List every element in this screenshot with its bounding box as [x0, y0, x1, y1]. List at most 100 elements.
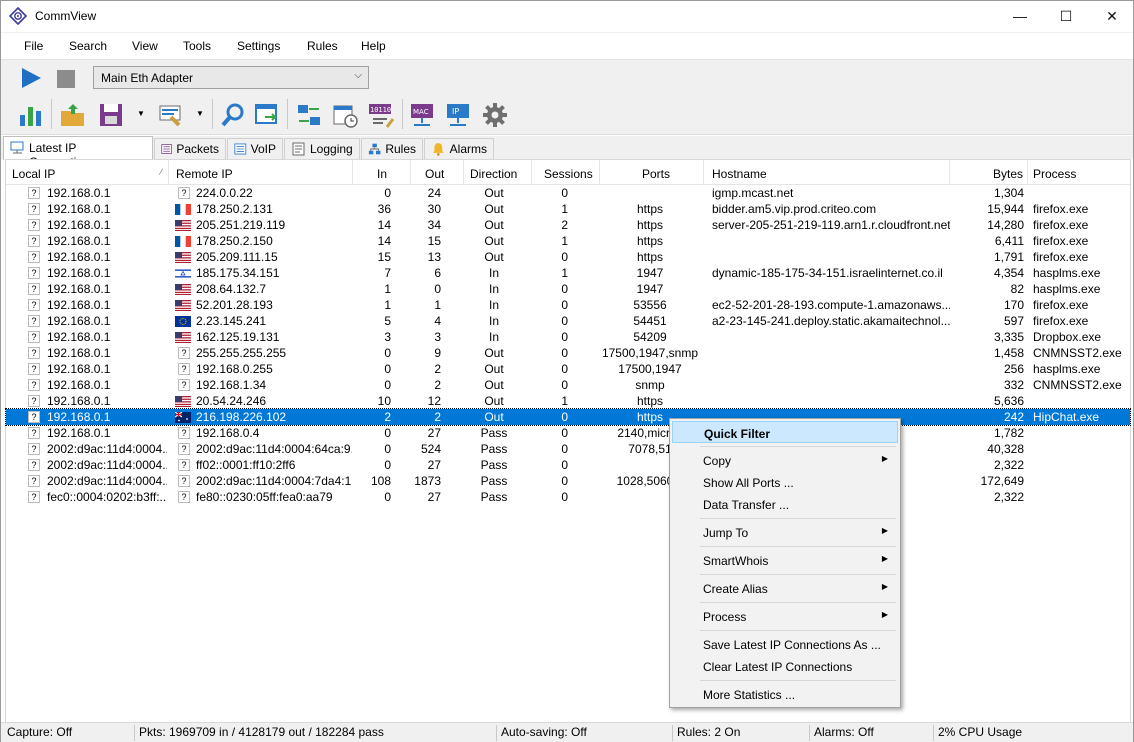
ctx-process[interactable]: Process ▶ — [672, 605, 898, 627]
table-row[interactable]: ?? 192.168.0.1 224.0.0.22 0 24 Out 0 igmp.mcast… — [6, 185, 1130, 201]
col-out[interactable]: Out — [411, 160, 464, 185]
cell-dir: Out — [484, 250, 504, 264]
cell-out: 27 — [427, 426, 441, 440]
nic-icon[interactable] — [295, 101, 323, 129]
table-row[interactable]: ?? 2002:d9ac:11d4:0004... 2002:d9ac:11d4:0… — [6, 473, 1130, 489]
ctx-quick-filter[interactable]: Quick Filter — [672, 421, 898, 443]
menu-help[interactable]: Help — [361, 39, 386, 53]
status-packets: Pkts: 1969709 in / 4128179 out / 182284 … — [135, 725, 497, 741]
menu-tools[interactable]: Tools — [183, 39, 211, 53]
ip-alias-icon[interactable]: IP — [445, 101, 473, 129]
table-row[interactable]: ? 192.168.0.1 162.125.19.131 3 3 In 0 54209 3,33… — [6, 329, 1130, 345]
ctx-data-transfer[interactable]: Data Transfer ... — [672, 493, 898, 515]
col-local-ip[interactable]: Local IP ⁄ — [6, 160, 169, 185]
menu-settings[interactable]: Settings — [237, 39, 280, 53]
start-capture-icon[interactable] — [19, 66, 43, 90]
cell-remote: fe80::0230:05ff:fea0:aa79 — [196, 490, 333, 504]
table-row[interactable]: ? 192.168.0.1 20.54.24.246 10 12 Out 1 https 5,6… — [6, 393, 1130, 409]
table-row[interactable]: ?? 2002:d9ac:11d4:0004... 2002:d9ac:11d4:0… — [6, 441, 1130, 457]
menu-file[interactable]: File — [24, 39, 43, 53]
save-log-icon[interactable] — [253, 101, 281, 129]
statistics-icon[interactable] — [17, 101, 45, 129]
cell-proc: CNMNSST2.exe — [1033, 346, 1122, 360]
voip-icon — [234, 143, 247, 155]
tab-alarms[interactable]: Alarms — [424, 138, 494, 159]
tab-voip[interactable]: VoIP — [227, 138, 283, 159]
ctx-smartwhois[interactable]: SmartWhois ▶ — [672, 549, 898, 571]
table-row[interactable]: ? 192.168.0.1 205.251.219.119 14 34 Out 2 https… — [6, 217, 1130, 233]
ctx-clear-latest-ip-connections[interactable]: Clear Latest IP Connections — [672, 655, 898, 677]
col-sessions[interactable]: Sessions — [532, 160, 600, 185]
table-row[interactable]: ? 192.168.0.1 2.23.145.241 5 4 In 0 54451 a2-23-… — [6, 313, 1130, 329]
mac-alias-icon[interactable]: MAC — [409, 101, 437, 129]
unknown-host-icon: ? — [28, 235, 40, 247]
col-bytes[interactable]: Bytes — [950, 160, 1028, 185]
unknown-country-icon: ? — [178, 443, 190, 455]
save-dropdown-icon[interactable]: ▼ — [137, 109, 145, 118]
table-row[interactable]: ? 192.168.0.1 205.209.111.15 15 13 Out 0 https 1… — [6, 249, 1130, 265]
maximize-button[interactable]: ☐ — [1043, 1, 1089, 31]
save-icon[interactable] — [97, 101, 125, 129]
clear-icon[interactable] — [157, 101, 185, 129]
table-row-selected[interactable]: ? 192.168.0.1 216.198.226.102 2 2 Out 0 https 24… — [5, 408, 1131, 426]
gear-icon[interactable] — [481, 101, 509, 129]
status-capture: Capture: Off — [3, 725, 135, 741]
submenu-arrow-icon: ▶ — [881, 582, 888, 591]
table-row[interactable]: ?? 192.168.0.1 192.168.0.4 0 27 Pass 0 2140,mic… — [6, 425, 1130, 441]
close-button[interactable]: ✕ — [1089, 1, 1134, 31]
ctx-more-statistics[interactable]: More Statistics ... — [672, 683, 898, 705]
open-folder-icon[interactable] — [59, 101, 87, 129]
col-direction[interactable]: Direction — [464, 160, 532, 185]
table-row[interactable]: ? 192.168.0.1 208.64.132.7 1 0 In 0 1947 82 haspl… — [6, 281, 1130, 297]
ctx-show-all-ports[interactable]: Show All Ports ... — [672, 471, 898, 493]
col-ports[interactable]: Ports — [600, 160, 704, 185]
table-row[interactable]: ? 192.168.0.1 185.175.34.151 7 6 In 1 1947 dynam… — [6, 265, 1130, 281]
table-row[interactable]: ?? fec0::0004:0202:b3ff:... fe80::0230:05f… — [6, 489, 1130, 505]
col-in[interactable]: In — [353, 160, 411, 185]
connections-icon — [10, 141, 24, 154]
table-row[interactable]: ?? 192.168.0.1 192.168.1.34 0 2 Out 0 snmp 332 CN… — [6, 377, 1130, 393]
cell-remote: 2.23.145.241 — [196, 314, 267, 328]
flag-fr-icon — [175, 236, 191, 247]
menu-view[interactable]: View — [132, 39, 158, 53]
table-row[interactable]: ?? 2002:d9ac:11d4:0004... ff02::0001:ff10:… — [6, 457, 1130, 473]
clear-dropdown-icon[interactable]: ▼ — [196, 109, 204, 118]
table-row[interactable]: ? 192.168.0.1 178.250.2.131 36 30 Out 1 https bi… — [6, 201, 1130, 217]
cell-dir: In — [488, 298, 499, 312]
table-row[interactable]: ?? 192.168.0.1 255.255.255.255 0 9 Out 0 17500,… — [6, 345, 1130, 361]
unknown-country-icon: ? — [178, 187, 190, 199]
col-hostname[interactable]: Hostname — [704, 160, 950, 185]
schedule-icon[interactable] — [331, 101, 359, 129]
cell-proc: firefox.exe — [1033, 298, 1089, 312]
col-process[interactable]: Process — [1028, 160, 1129, 185]
decode-icon[interactable]: 10110 — [367, 101, 395, 129]
toolbar-separator — [287, 99, 288, 129]
cell-sess: 1 — [561, 234, 568, 248]
ctx-jump-to[interactable]: Jump To ▶ — [672, 521, 898, 543]
menu-rules[interactable]: Rules — [307, 39, 338, 53]
cell-bytes: 5,636 — [993, 394, 1024, 408]
cell-bytes: 332 — [1003, 378, 1024, 392]
unknown-country-icon: ? — [178, 379, 190, 391]
table-row[interactable]: ? 192.168.0.1 52.201.28.193 1 1 In 0 53556 ec2-5… — [6, 297, 1130, 313]
search-icon[interactable] — [219, 101, 247, 129]
tab-logging[interactable]: Logging — [284, 138, 360, 159]
table-row[interactable]: ?? 192.168.0.1 192.168.0.255 0 2 Out 0 17500,19… — [6, 361, 1130, 377]
adapter-select[interactable]: Main Eth Adapter ⌵ — [93, 66, 369, 89]
menu-search[interactable]: Search — [69, 39, 107, 53]
connections-table[interactable]: Local IP ⁄ Remote IP In Out Direction Ses… — [5, 159, 1131, 723]
ctx-label: Clear Latest IP Connections — [703, 660, 853, 674]
cell-out: 1873 — [414, 474, 441, 488]
table-row[interactable]: ? 192.168.0.1 178.250.2.150 14 15 Out 1 https 6,… — [6, 233, 1130, 249]
tab-packets[interactable]: Packets — [154, 138, 226, 159]
ctx-save-latest-ip-connections[interactable]: Save Latest IP Connections As ... — [672, 633, 898, 655]
ctx-create-alias[interactable]: Create Alias ▶ — [672, 577, 898, 599]
tab-latest-ip-connections[interactable]: Latest IP Connections — [3, 136, 153, 169]
ctx-copy[interactable]: Copy ▶ — [672, 449, 898, 471]
col-remote-ip[interactable]: Remote IP — [169, 160, 353, 185]
tab-rules[interactable]: Rules — [361, 138, 423, 159]
cell-sess: 0 — [561, 378, 568, 392]
stop-capture-icon[interactable] — [56, 69, 76, 89]
minimize-button[interactable]: — — [997, 1, 1043, 31]
cell-local: 192.168.0.1 — [47, 330, 111, 344]
